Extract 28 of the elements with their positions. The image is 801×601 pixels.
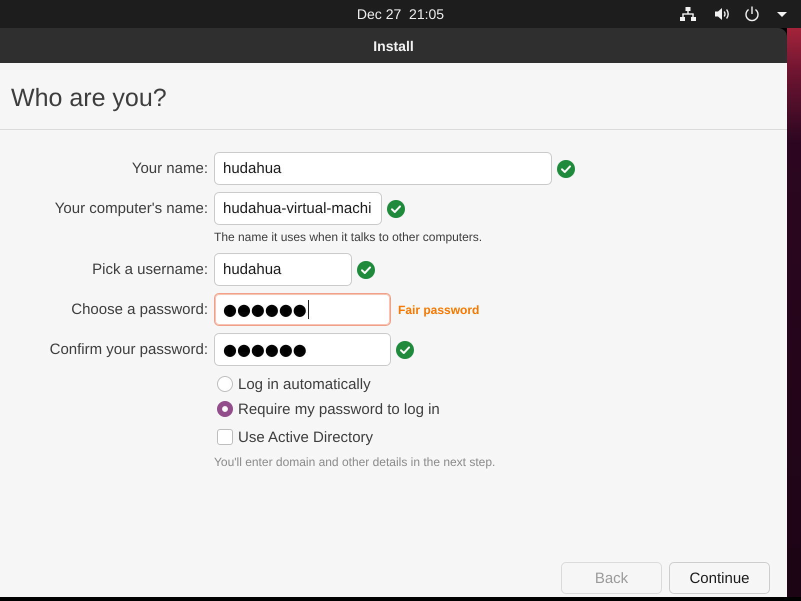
- computer-name-field[interactable]: hudahua-virtual-machi: [214, 192, 382, 225]
- option-label[interactable]: Require my password to log in: [238, 400, 440, 418]
- volume-icon[interactable]: [715, 7, 731, 21]
- window-title: Install: [373, 38, 414, 54]
- text-cursor: [308, 300, 309, 319]
- username-field[interactable]: hudahua: [214, 253, 352, 286]
- field-label: Your name:: [130, 160, 208, 177]
- field-label: Your computer's name:: [54, 200, 208, 217]
- field-hint: The name it uses when it talks to other computers.: [214, 230, 482, 244]
- password-strength: Fair password: [398, 302, 480, 316]
- password-field[interactable]: ●●●●●●: [214, 293, 391, 326]
- option-label[interactable]: Log in automatically: [238, 376, 371, 392]
- checkbox[interactable]: [217, 429, 233, 445]
- option-hint: You'll enter domain and other details in the next step.: [214, 455, 496, 469]
- power-icon[interactable]: [744, 6, 760, 22]
- page-heading: Who are you?: [11, 83, 167, 114]
- field-label: Pick a username:: [91, 261, 208, 278]
- network-icon[interactable]: [680, 7, 696, 21]
- dropdown-caret-icon[interactable]: [777, 12, 787, 16]
- field-label: Choose a password:: [70, 301, 208, 318]
- field-label: Confirm your password:: [48, 341, 208, 358]
- continue-button[interactable]: Continue: [669, 562, 770, 594]
- clock[interactable]: Dec 27 21:05: [356, 6, 444, 22]
- name-field[interactable]: hudahua: [214, 152, 552, 185]
- radio-button[interactable]: [217, 376, 233, 392]
- password-field[interactable]: ●●●●●●: [214, 333, 391, 366]
- option-label[interactable]: Use Active Directory: [238, 428, 374, 446]
- radio-button[interactable]: [217, 401, 233, 417]
